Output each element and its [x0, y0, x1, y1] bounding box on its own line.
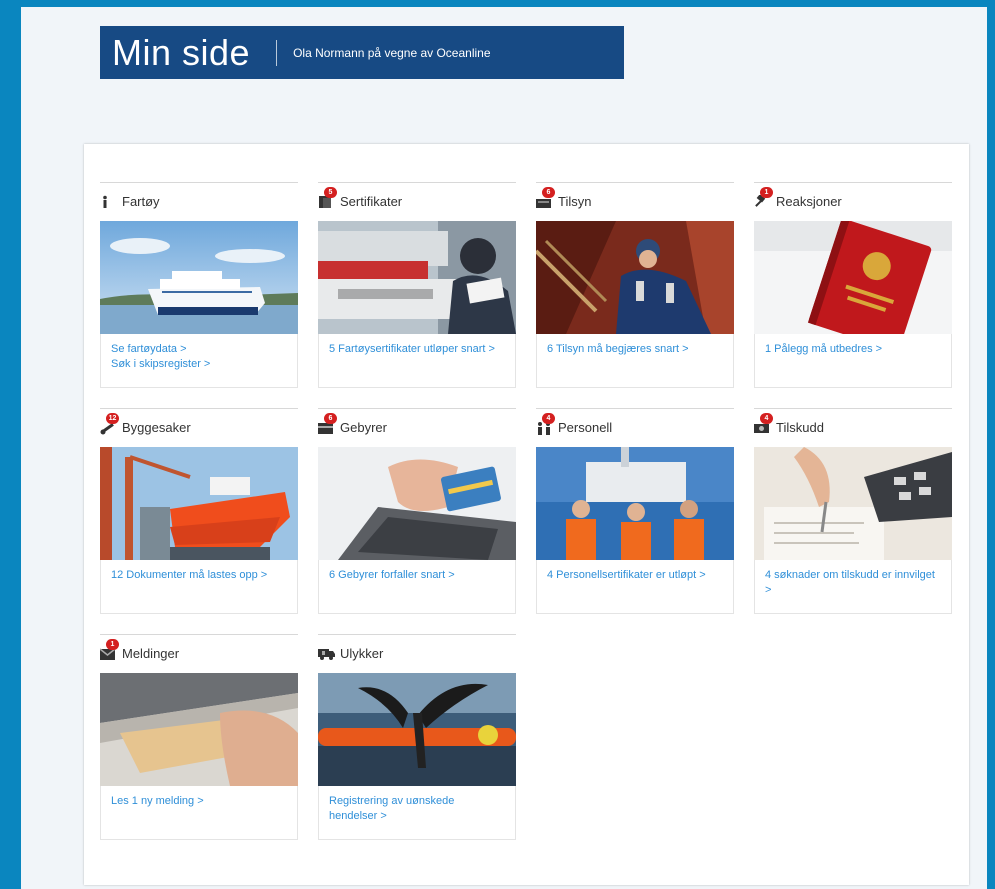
- link-orders-to-fix[interactable]: 1 Pålegg må utbedres >: [765, 342, 941, 357]
- badge: 1: [760, 186, 773, 198]
- ambulance-icon: [318, 646, 336, 662]
- shipyard-image: [100, 447, 298, 560]
- card-title: Reaksjoner: [776, 194, 842, 209]
- card-links: 6 Gebyrer forfaller snart >: [318, 560, 516, 614]
- card-title: Tilsyn: [558, 194, 592, 209]
- card-header: 4 Tilskudd: [754, 409, 952, 446]
- card-links: 6 Tilsyn må begjæres snart >: [536, 334, 734, 388]
- inspector-image: [536, 221, 734, 334]
- link-certificates-expiring[interactable]: 5 Fartøysertifikater utløper snart >: [329, 342, 505, 357]
- card-sertifikater: 5 Sertifikater 5 Fartøysertifikater utlø…: [318, 182, 516, 395]
- badge: 4: [542, 412, 555, 424]
- badge: 1: [106, 638, 119, 650]
- card-title: Sertifikater: [340, 194, 403, 209]
- header-divider: [276, 39, 278, 66]
- card-header: 4 Personell: [536, 409, 734, 446]
- card-links: Registrering av uønskede hendelser >: [318, 786, 516, 840]
- certificate-icon: 5: [318, 186, 337, 210]
- card-ulykker: Ulykker Registrering av uønskede hendels…: [318, 634, 516, 847]
- card-header: 1 Reaksjoner: [754, 183, 952, 220]
- badge: 6: [324, 412, 337, 424]
- card-personell: 4 Personell 4 Personellsertifikater er u…: [536, 408, 734, 621]
- page-header: Min side Ola Normann på vegne av Oceanli…: [100, 26, 624, 79]
- badge: 6: [542, 186, 555, 198]
- info-icon: [100, 194, 118, 210]
- card-title: Tilskudd: [776, 420, 824, 435]
- card-reaksjoner: 1 Reaksjoner 1 Pålegg må utbedres >: [754, 182, 952, 395]
- badge: 4: [760, 412, 773, 424]
- card-header: 1 Meldinger: [100, 635, 298, 672]
- card-fartoy: Fartøy Se fartøydata > Søk i skipsregist…: [100, 182, 298, 395]
- binders-image: [318, 221, 516, 334]
- card-links: 4 søknader om tilskudd er innvilget >: [754, 560, 952, 614]
- badge: 5: [324, 186, 337, 198]
- people-icon: 4: [536, 412, 555, 436]
- card-header: 6 Tilsyn: [536, 183, 734, 220]
- card-tilsyn: 6 Tilsyn 6 Tilsyn må begjæres snart >: [536, 182, 734, 395]
- card-links: 5 Fartøysertifikater utløper snart >: [318, 334, 516, 388]
- card-title: Fartøy: [122, 194, 160, 209]
- card-title: Ulykker: [340, 646, 384, 661]
- page: Min side Ola Normann på vegne av Oceanli…: [21, 7, 987, 889]
- card-title: Personell: [558, 420, 613, 435]
- card-links: 12 Dokumenter må lastes opp >: [100, 560, 298, 614]
- card-meldinger: 1 Meldinger Les 1 ny melding >: [100, 634, 298, 847]
- law-book-image: [754, 221, 952, 334]
- envelope-icon: 1: [100, 638, 119, 662]
- link-personnel-expired[interactable]: 4 Personellsertifikater er utløpt >: [547, 568, 723, 583]
- card-byggesaker: 12 Byggesaker 12 Dokumenter må lastes op…: [100, 408, 298, 621]
- link-documents-upload[interactable]: 12 Dokumenter må lastes opp >: [111, 568, 287, 583]
- card-links: Se fartøydata > Søk i skipsregister >: [100, 334, 298, 388]
- ship-image: [100, 221, 298, 334]
- badge: 12: [106, 412, 119, 424]
- card-links: 4 Personellsertifikater er utløpt >: [536, 560, 734, 614]
- card-header: 5 Sertifikater: [318, 183, 516, 220]
- user-context: Ola Normann på vegne av Oceanline: [293, 45, 491, 60]
- link-ship-register[interactable]: Søk i skipsregister >: [111, 357, 287, 372]
- card-title: Meldinger: [122, 646, 180, 661]
- card-title: Byggesaker: [122, 420, 191, 435]
- money-icon: 4: [754, 412, 773, 436]
- inspection-icon: 6: [536, 186, 555, 210]
- card-header: Ulykker: [318, 635, 516, 672]
- card-links: 1 Pålegg må utbedres >: [754, 334, 952, 388]
- card-icon: 6: [318, 412, 337, 436]
- card-header: 12 Byggesaker: [100, 409, 298, 446]
- link-inspections-due[interactable]: 6 Tilsyn må begjæres snart >: [547, 342, 723, 357]
- card-tilskudd: 4 Tilskudd 4 søknader om tilskudd er inn…: [754, 408, 952, 621]
- calculator-image: [754, 447, 952, 560]
- link-grants-approved[interactable]: 4 søknader om tilskudd er innvilget >: [765, 568, 941, 598]
- page-title: Min side: [112, 31, 251, 73]
- link-report-incidents[interactable]: Registrering av uønskede hendelser >: [329, 794, 505, 824]
- payment-image: [318, 447, 516, 560]
- gavel-icon: 1: [754, 186, 773, 210]
- oil-spill-image: [318, 673, 516, 786]
- wrench-icon: 12: [100, 412, 119, 436]
- link-vessel-data[interactable]: Se fartøydata >: [111, 342, 287, 357]
- mailbox-image: [100, 673, 298, 786]
- link-fees-due[interactable]: 6 Gebyrer forfaller snart >: [329, 568, 505, 583]
- card-gebyrer: 6 Gebyrer 6 Gebyrer forfaller snart >: [318, 408, 516, 621]
- dashboard-panel: Fartøy Se fartøydata > Søk i skipsregist…: [84, 144, 969, 885]
- card-title: Gebyrer: [340, 420, 387, 435]
- link-new-message[interactable]: Les 1 ny melding >: [111, 794, 287, 809]
- card-links: Les 1 ny melding >: [100, 786, 298, 840]
- card-header: Fartøy: [100, 183, 298, 220]
- crew-image: [536, 447, 734, 560]
- card-header: 6 Gebyrer: [318, 409, 516, 446]
